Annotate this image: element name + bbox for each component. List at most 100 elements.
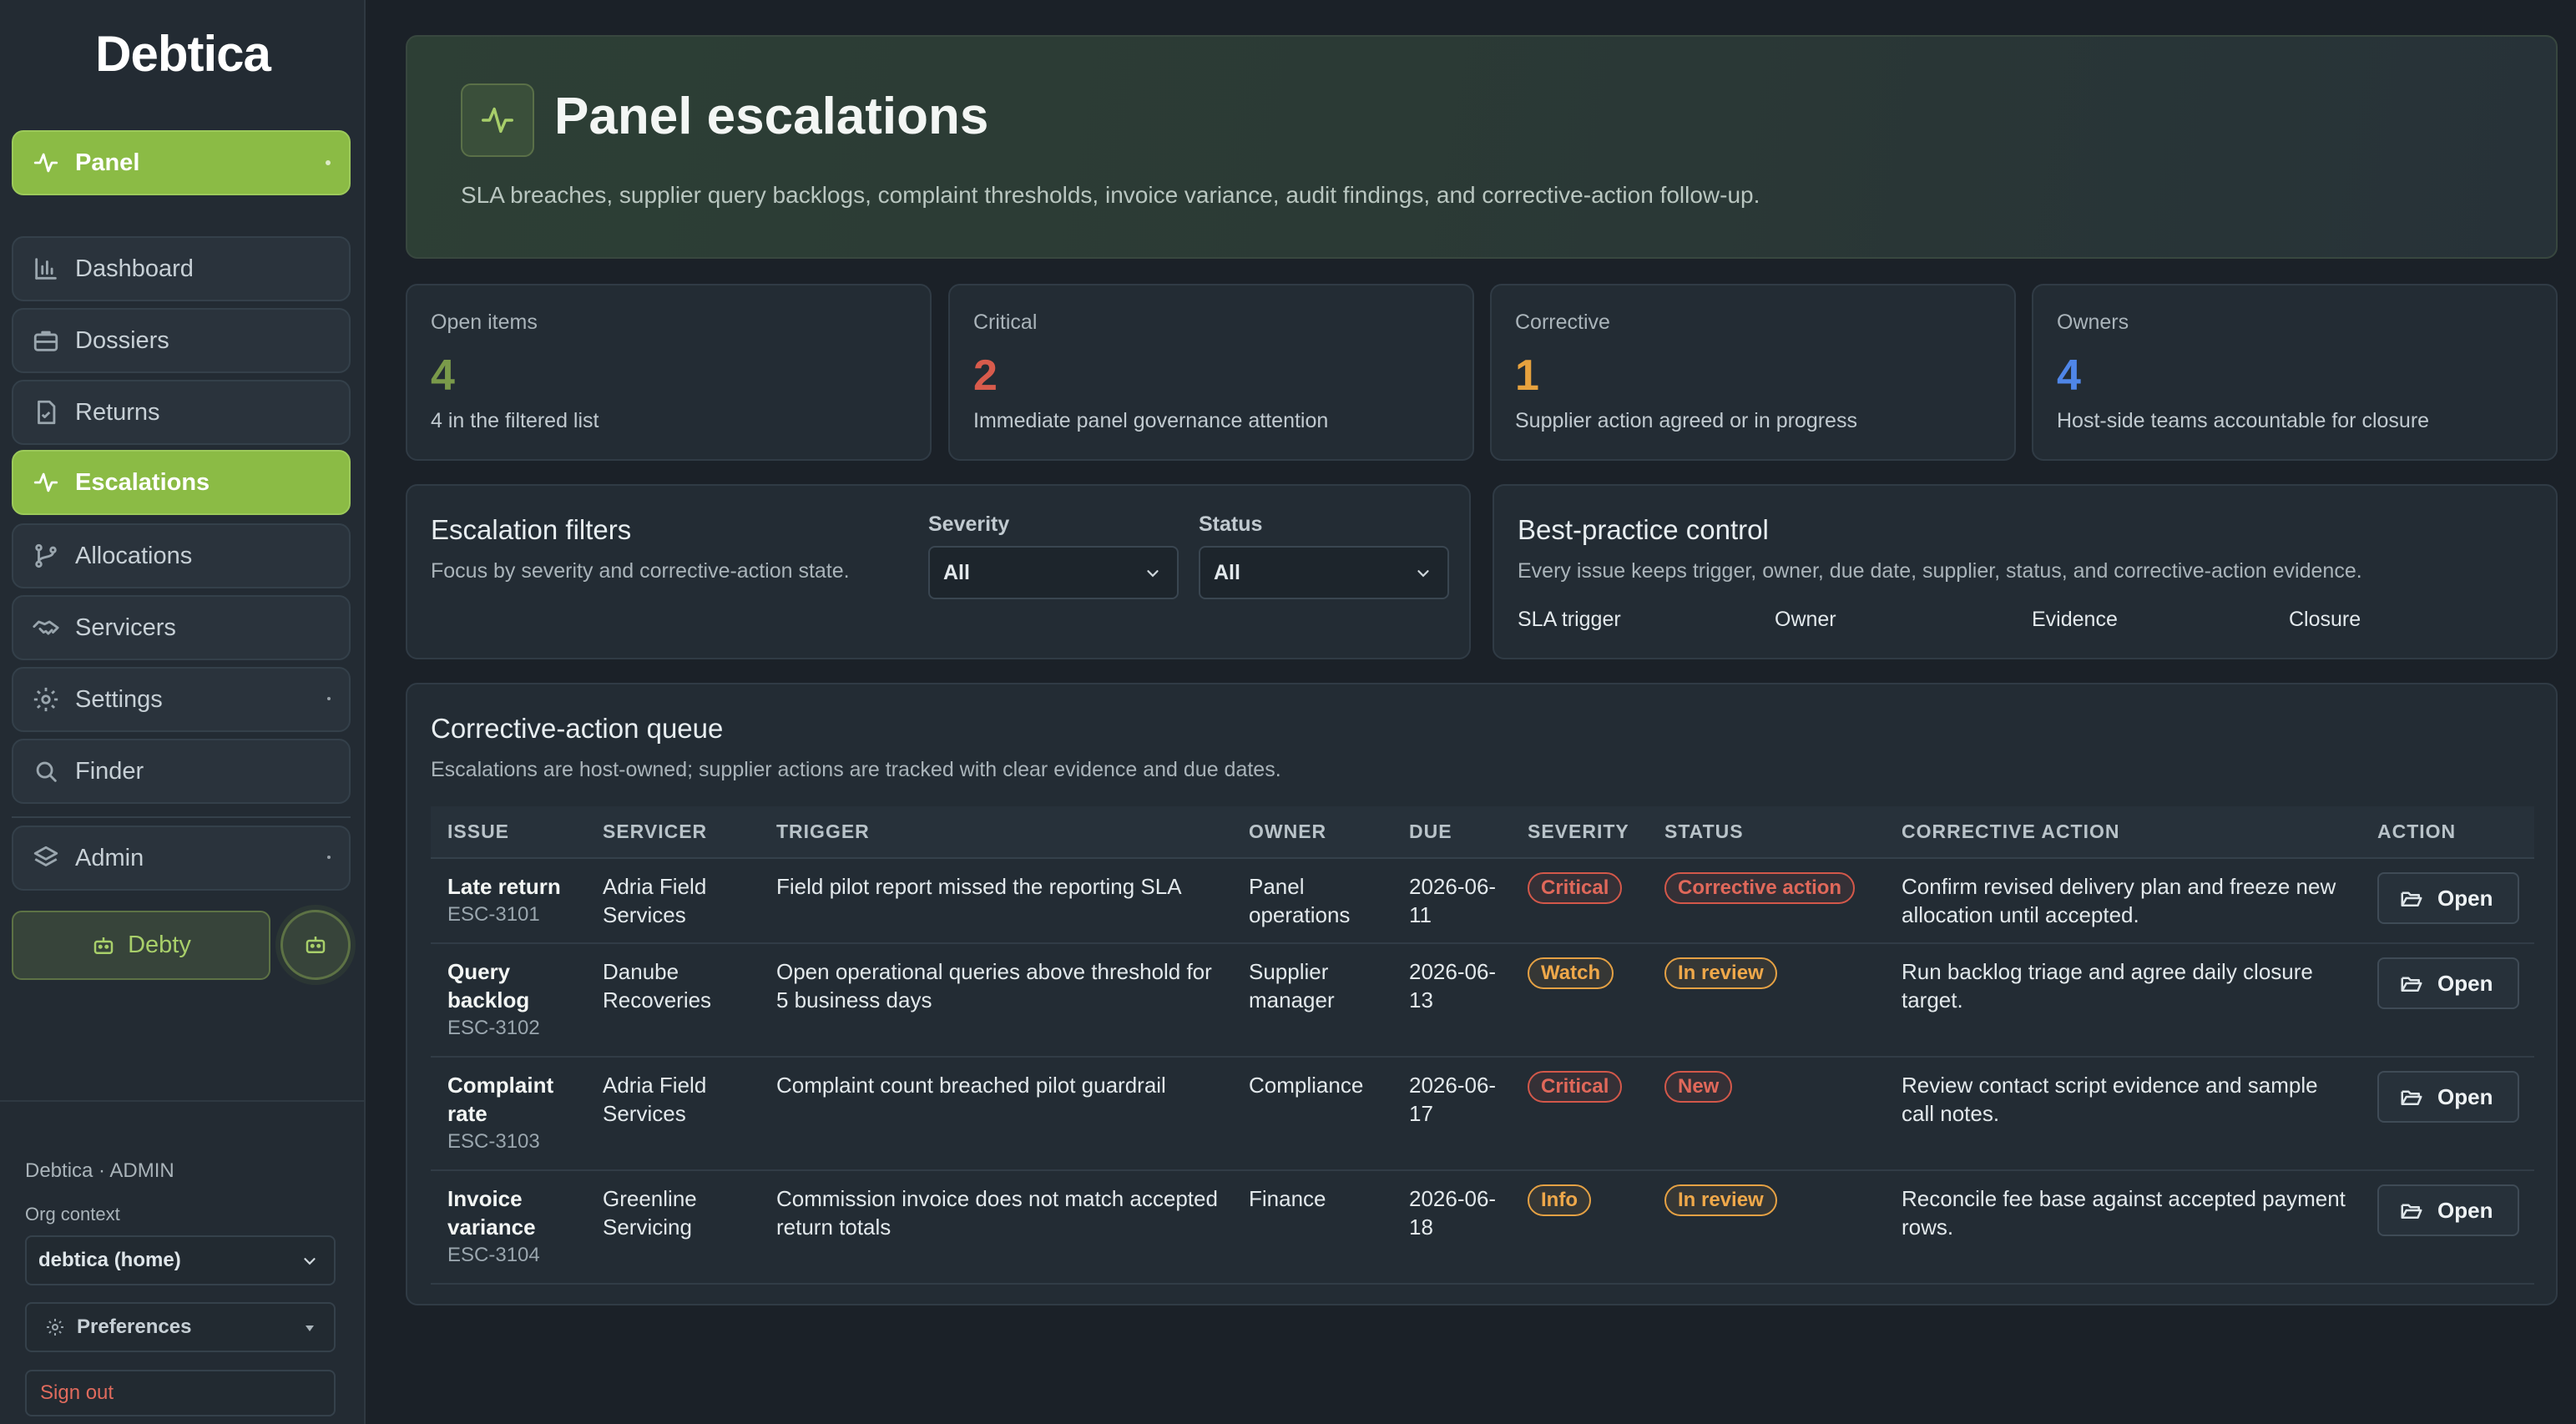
filters-subtitle: Focus by severity and corrective-action … [431, 559, 850, 583]
activity-icon [33, 472, 58, 492]
severity-badge: Watch [1528, 957, 1614, 989]
nav-escalations-label: Escalations [75, 468, 210, 496]
open-button[interactable]: Open [2377, 1184, 2519, 1236]
nav-servicers[interactable]: Servicers [12, 595, 351, 660]
column-header[interactable]: ACTION [2361, 806, 2534, 859]
stat-value: 1 [1515, 351, 1539, 400]
status-value: All [1214, 560, 1240, 584]
column-header[interactable]: TRIGGER [760, 806, 1232, 859]
brand-logo[interactable]: Debtica [0, 25, 366, 83]
sign-out-button[interactable]: Sign out [25, 1370, 336, 1416]
corrective-action-cell: Confirm revised delivery plan and freeze… [1885, 858, 2361, 944]
trigger-cell: Open operational queries above threshold… [760, 943, 1232, 1058]
due-cell: 2026-06-18 [1392, 1170, 1511, 1285]
owner-cell: Panel operations [1232, 858, 1392, 944]
nav-servicers-label: Servicers [75, 614, 176, 641]
column-header[interactable]: DUE [1392, 806, 1511, 859]
nav-dossiers[interactable]: Dossiers [12, 308, 351, 373]
table-row: Invoice variance ESC-3104 Greenline Servi… [431, 1170, 2534, 1285]
severity-badge: Info [1528, 1184, 1591, 1216]
nav-settings[interactable]: Settings [12, 667, 351, 732]
column-header[interactable]: ISSUE [431, 806, 586, 859]
stat-description: Host-side teams accountable for closure [2057, 409, 2430, 432]
nav-returns[interactable]: Returns [12, 380, 351, 445]
open-label: Open [2437, 1084, 2493, 1109]
issue-code: ESC-3104 [447, 1244, 540, 1266]
sign-out-label: Sign out [40, 1381, 114, 1404]
escalations-table: ISSUE SERVICER TRIGGER OWNER DUE SEVERIT… [431, 806, 2534, 1285]
activity-icon [33, 153, 58, 173]
document-icon [38, 400, 56, 425]
queue-subtitle: Escalations are host-owned; supplier act… [431, 758, 1281, 781]
issue-code: ESC-3102 [447, 1017, 540, 1039]
control-item: Closure [2289, 608, 2361, 631]
stat-description: Supplier action agreed or in progress [1515, 409, 1857, 432]
table-row: Late return ESC-3101 Adria Field Services… [431, 858, 2534, 944]
owner-cell: Finance [1232, 1170, 1392, 1285]
open-label: Open [2437, 971, 2493, 996]
nav-escalations[interactable]: Escalations [12, 450, 351, 515]
nav-allocations-label: Allocations [75, 542, 193, 569]
column-header[interactable]: OWNER [1232, 806, 1392, 859]
nav-panel[interactable]: Panel [12, 130, 351, 195]
servicer-cell: Adria Field Services [586, 1057, 760, 1171]
nav-finder[interactable]: Finder [12, 739, 351, 804]
bar-chart-icon [35, 258, 57, 280]
severity-value: All [943, 560, 970, 584]
stat-description: 4 in the filtered list [431, 409, 599, 432]
page-subtitle: SLA breaches, supplier query backlogs, c… [461, 182, 1760, 208]
due-cell: 2026-06-13 [1392, 943, 1511, 1058]
column-header[interactable]: SEVERITY [1511, 806, 1648, 859]
column-header[interactable]: SERVICER [586, 806, 760, 859]
status-select[interactable]: All [1199, 546, 1449, 599]
nav-returns-label: Returns [75, 398, 160, 426]
status-badge: New [1664, 1071, 1733, 1103]
preferences-button[interactable]: Preferences [25, 1302, 336, 1352]
severity-select[interactable]: All [928, 546, 1179, 599]
expand-dot-icon [327, 856, 331, 859]
column-header[interactable]: STATUS [1648, 806, 1885, 859]
open-button[interactable]: Open [2377, 872, 2519, 924]
best-practice-subtitle: Every issue keeps trigger, owner, due da… [1518, 559, 2362, 583]
nav-admin-label: Admin [75, 844, 144, 871]
handshake-icon [33, 620, 59, 635]
stat-label: Owners [2057, 311, 2129, 334]
status-badge: In review [1664, 1184, 1777, 1216]
stat-card-corrective: Corrective 1 Supplier action agreed or i… [1490, 284, 2016, 461]
activity-icon [461, 83, 534, 157]
stat-card-critical: Critical 2 Immediate panel governance at… [948, 284, 1474, 461]
search-icon [36, 761, 57, 782]
folder-open-icon [2401, 1204, 2422, 1219]
status-badge: In review [1664, 957, 1777, 989]
preferences-label: Preferences [77, 1315, 192, 1338]
chevron-down-icon [304, 1258, 316, 1265]
robot-icon [93, 937, 114, 954]
account-label: Debtica · ADMIN [25, 1159, 174, 1182]
stat-value: 4 [2057, 351, 2081, 400]
filters-title: Escalation filters [431, 514, 632, 545]
nav-dossiers-label: Dossiers [75, 326, 169, 354]
issue-name: Query backlog [447, 959, 530, 1012]
gear-icon [47, 1319, 63, 1336]
owner-cell: Compliance [1232, 1057, 1392, 1171]
open-button[interactable]: Open [2377, 957, 2519, 1009]
page-title: Panel escalations [554, 88, 989, 145]
column-header[interactable]: CORRECTIVE ACTION [1885, 806, 2361, 859]
issue-code: ESC-3101 [447, 903, 540, 926]
debty-button[interactable]: Debty [12, 911, 270, 980]
layers-icon [33, 846, 58, 866]
nav-dashboard[interactable]: Dashboard [12, 236, 351, 301]
open-button[interactable]: Open [2377, 1071, 2519, 1123]
nav-allocations[interactable]: Allocations [12, 523, 351, 588]
due-cell: 2026-06-11 [1392, 858, 1511, 944]
servicer-cell: Adria Field Services [586, 858, 760, 944]
nav-panel-label: Panel [75, 149, 140, 176]
best-practice-control: Best-practice control Every issue keeps … [1493, 484, 2558, 659]
org-context-select[interactable]: debtica (home) [25, 1235, 336, 1285]
org-context-value: debtica (home) [38, 1249, 181, 1271]
debty-launcher-button[interactable] [280, 910, 351, 980]
gear-icon [33, 687, 58, 712]
chevron-down-icon [1147, 570, 1159, 578]
corrective-action-cell: Reconcile fee base against accepted paym… [1885, 1170, 2361, 1285]
nav-admin[interactable]: Admin [12, 826, 351, 891]
